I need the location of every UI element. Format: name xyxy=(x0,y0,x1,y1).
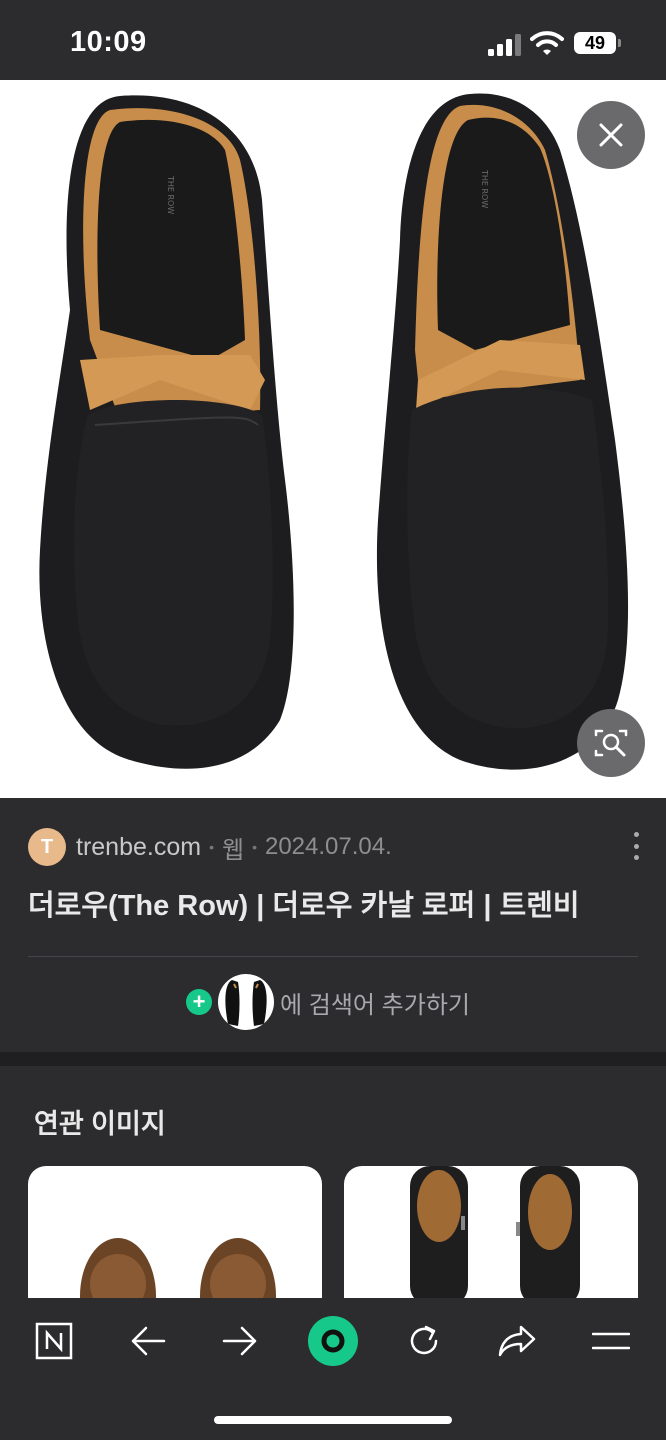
separator-dot: • xyxy=(209,839,214,855)
wifi-icon xyxy=(530,31,564,55)
share-button[interactable] xyxy=(485,1318,549,1364)
signal-icon xyxy=(488,34,521,56)
plus-icon: + xyxy=(186,989,212,1015)
source-date: 2024.07.04. xyxy=(264,833,392,860)
green-dot-button[interactable] xyxy=(301,1316,365,1366)
brand-label-right: THE ROW xyxy=(480,169,489,208)
back-arrow-icon xyxy=(131,1326,166,1356)
battery-icon: 49 xyxy=(574,32,622,56)
forward-arrow-icon xyxy=(222,1326,257,1356)
naver-home-button[interactable] xyxy=(22,1318,86,1364)
site-favicon: T xyxy=(28,828,66,866)
naver-home-icon xyxy=(35,1322,73,1360)
reload-button[interactable] xyxy=(392,1318,456,1364)
related-image-card[interactable] xyxy=(28,1166,322,1298)
divider xyxy=(28,956,638,957)
result-image[interactable]: THE ROW THE ROW xyxy=(0,80,666,798)
reload-icon xyxy=(410,1325,438,1355)
result-title[interactable]: 더로우(The Row) | 더로우 카날 로퍼 | 트렌비 xyxy=(28,882,580,924)
add-search-term-button[interactable]: + 에 검색어 추가하기 xyxy=(186,974,470,1030)
forward-button[interactable] xyxy=(208,1318,272,1364)
image-search-icon xyxy=(594,729,628,757)
black-boots-image xyxy=(410,1166,580,1298)
left-shoe: THE ROW xyxy=(39,95,294,769)
close-button[interactable] xyxy=(577,101,645,169)
related-image-card[interactable] xyxy=(344,1166,638,1298)
separator-dot: • xyxy=(252,839,257,855)
loafers-image: THE ROW THE ROW xyxy=(39,93,629,770)
more-options-button[interactable] xyxy=(622,832,650,860)
image-search-button[interactable] xyxy=(577,709,645,777)
source-type: 웹 xyxy=(221,836,245,864)
source-domain[interactable]: trenbe.com xyxy=(76,833,201,862)
related-images-section: 연관 이미지 xyxy=(0,1066,666,1298)
back-button[interactable] xyxy=(116,1318,180,1364)
query-thumbnail xyxy=(218,974,274,1030)
brand-label-left: THE ROW xyxy=(166,175,175,214)
green-dot-icon xyxy=(308,1316,358,1366)
close-icon xyxy=(599,123,623,147)
right-shoe: THE ROW xyxy=(376,93,629,770)
status-time: 10:09 xyxy=(70,26,147,58)
share-icon xyxy=(498,1325,536,1357)
battery-level: 49 xyxy=(574,32,616,54)
browser-toolbar xyxy=(0,1298,666,1440)
menu-icon xyxy=(592,1332,630,1350)
status-bar: 10:09 49 xyxy=(0,0,666,80)
home-indicator[interactable] xyxy=(214,1416,452,1424)
result-info: T trenbe.com • 웹 • 2024.07.04. 더로우(The R… xyxy=(0,798,666,1052)
section-gap xyxy=(0,1052,666,1066)
menu-button[interactable] xyxy=(579,1318,643,1364)
add-search-label: 에 검색어 추가하기 xyxy=(280,991,470,1019)
brown-loafers-image xyxy=(80,1238,276,1298)
source-row[interactable]: T trenbe.com • 웹 • 2024.07.04. xyxy=(28,828,392,866)
more-dots-icon xyxy=(633,832,639,837)
related-images-heading: 연관 이미지 xyxy=(34,1109,166,1139)
